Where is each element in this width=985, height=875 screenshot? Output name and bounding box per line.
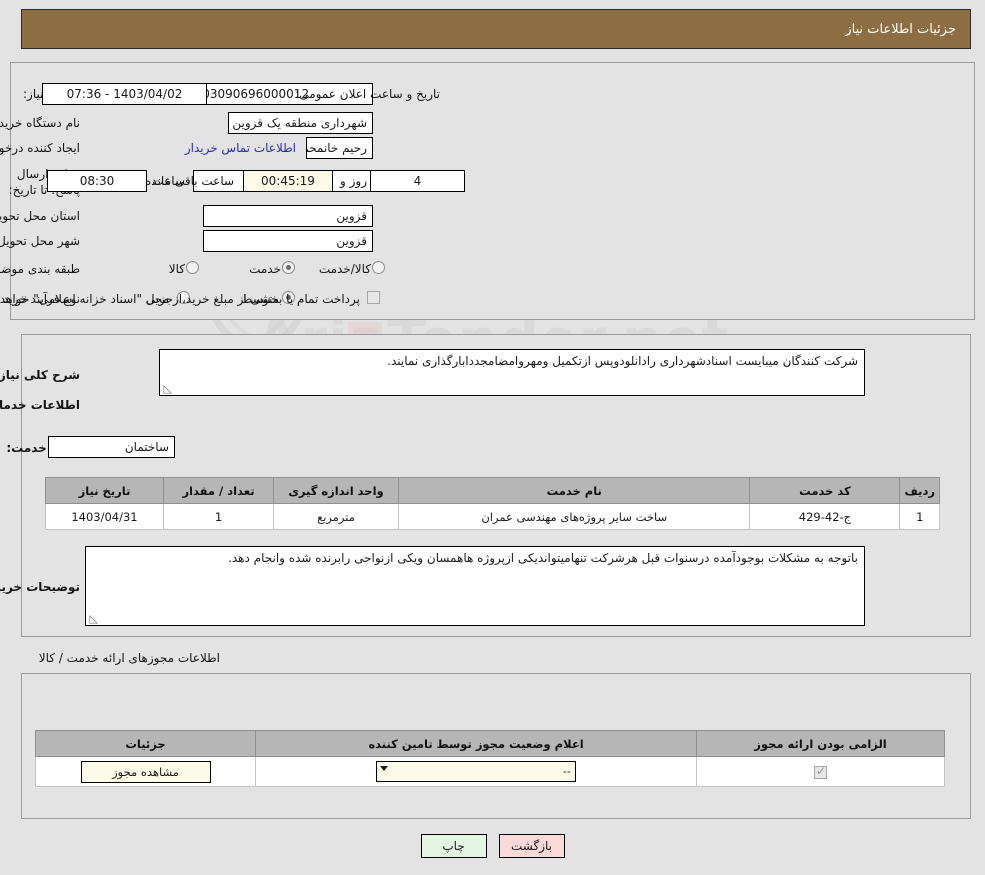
cell-need-date: 1403/04/31: [45, 503, 164, 530]
summary-textarea[interactable]: شرکت کنندگان میبایست اسنادشهرداری رادانل…: [159, 349, 865, 396]
license-status-select[interactable]: --: [376, 761, 576, 782]
treasury-bonds-note: پرداخت تمام یا بخشی از مبلغ خرید،از محل …: [0, 292, 360, 306]
col-need-date: تاریخ نیاز: [45, 477, 164, 504]
licenses-caption: اطلاعات مجوزهای ارائه خدمت / کالا: [38, 651, 220, 665]
requester-value: رحیم خانمحمدی کارپرداز شهرداری منطقه یک …: [306, 137, 373, 159]
col-license-status: اعلام وضعیت مجوز توسط تامین کننده: [255, 730, 697, 757]
resize-grip-icon[interactable]: ◺: [88, 613, 98, 624]
summary-label: شرح کلی نیاز:: [0, 368, 80, 382]
resize-grip-icon[interactable]: ◺: [162, 383, 172, 394]
cell-license-details: مشاهده مجوز: [35, 756, 256, 787]
radio-label-khadamat: خدمت: [249, 262, 281, 276]
view-license-button[interactable]: مشاهده مجوز: [80, 760, 211, 783]
radio-label-kala: کالا: [168, 262, 185, 276]
announce-date-label: تاریخ و ساعت اعلان عمومی:: [295, 87, 440, 101]
delivery-province-value: قزوین: [203, 205, 373, 227]
back-button[interactable]: بازگشت: [498, 834, 565, 858]
footer-buttons: بازگشت چاپ: [0, 834, 985, 858]
cell-quantity: 1: [163, 503, 274, 530]
radio-category-kala-khadamat[interactable]: [372, 261, 385, 274]
buyer-notes-text: باتوجه به مشکلات بوجودآمده درسنوات قبل ه…: [228, 551, 858, 565]
buyer-contact-link[interactable]: اطلاعات تماس خریدار: [185, 141, 296, 155]
days-label: روز و: [340, 174, 367, 188]
services-section-caption: اطلاعات خدمات مورد نیاز: [0, 398, 80, 412]
treasury-bonds-checkbox[interactable]: [367, 291, 380, 304]
page-title: جزئیات اطلاعات نیاز: [845, 21, 956, 37]
col-license-required: الزامی بودن ارائه مجوز: [696, 730, 945, 757]
delivery-city-value: قزوین: [203, 230, 373, 252]
remaining-hours-label: ساعت باقی مانده: [145, 174, 235, 188]
table-header-row: ردیف کد خدمت نام خدمت واحد اندازه گیری ت…: [45, 477, 940, 504]
table-row: -- مشاهده مجوز: [35, 756, 945, 787]
radio-category-khadamat[interactable]: [282, 261, 295, 274]
service-group-value: ساختمان: [48, 436, 175, 458]
buyer-notes-textarea[interactable]: باتوجه به مشکلات بوجودآمده درسنوات قبل ه…: [85, 546, 865, 626]
col-quantity: تعداد / مقدار: [163, 477, 274, 504]
remaining-days-value: 4: [370, 170, 465, 192]
delivery-city-label: شهر محل تحویل:: [0, 234, 80, 248]
cell-name: ساخت سایر پروژه‌های مهندسی عمران: [397, 503, 751, 530]
radio-label-kala-khadamat: کالا/خدمت: [318, 262, 371, 276]
page-header: جزئیات اطلاعات نیاز: [21, 9, 971, 49]
service-table: ردیف کد خدمت نام خدمت واحد اندازه گیری ت…: [45, 477, 940, 530]
cell-row: 1: [899, 503, 940, 530]
license-required-checkbox: [814, 764, 827, 779]
radio-category-kala[interactable]: [186, 261, 199, 274]
remaining-time-value: 00:45:19: [243, 170, 333, 192]
chevron-down-icon: [380, 766, 388, 771]
buyer-org-value: شهرداری منطقه یک قزوین: [228, 112, 373, 134]
cell-license-status: --: [255, 756, 697, 787]
license-status-value: --: [562, 764, 571, 778]
licenses-table: الزامی بودن ارائه مجوز اعلام وضعیت مجوز …: [35, 730, 945, 787]
col-unit: واحد اندازه گیری: [273, 477, 399, 504]
buyer-notes-label: توضیحات خریدار:: [0, 580, 80, 594]
page-root: AriaTender.net جزئیات اطلاعات نیاز شماره…: [0, 0, 985, 875]
table-row: 1 ج-42-429 ساخت سایر پروژه‌های مهندسی عم…: [45, 503, 940, 530]
table-header-row: الزامی بودن ارائه مجوز اعلام وضعیت مجوز …: [35, 730, 945, 757]
cell-unit: مترمربع: [273, 503, 399, 530]
requester-label: ایجاد کننده درخواست:: [0, 141, 80, 155]
print-button[interactable]: چاپ: [420, 834, 487, 858]
deadline-time-value: 08:30: [47, 170, 147, 192]
col-code: کد خدمت: [749, 477, 901, 504]
buyer-org-label: نام دستگاه خریدار:: [0, 116, 80, 130]
subject-category-label: طبقه بندی موضوعی:: [0, 262, 80, 276]
delivery-province-label: استان محل تحویل:: [0, 209, 80, 223]
col-name: نام خدمت: [397, 477, 751, 504]
cell-code: ج-42-429: [749, 503, 901, 530]
col-license-details: جزئیات: [35, 730, 256, 757]
announce-date-value: 1403/04/02 - 07:36: [42, 83, 207, 105]
summary-text: شرکت کنندگان میبایست اسنادشهرداری رادانل…: [387, 354, 858, 368]
col-row: ردیف: [899, 477, 940, 504]
cell-license-required: [696, 756, 945, 787]
